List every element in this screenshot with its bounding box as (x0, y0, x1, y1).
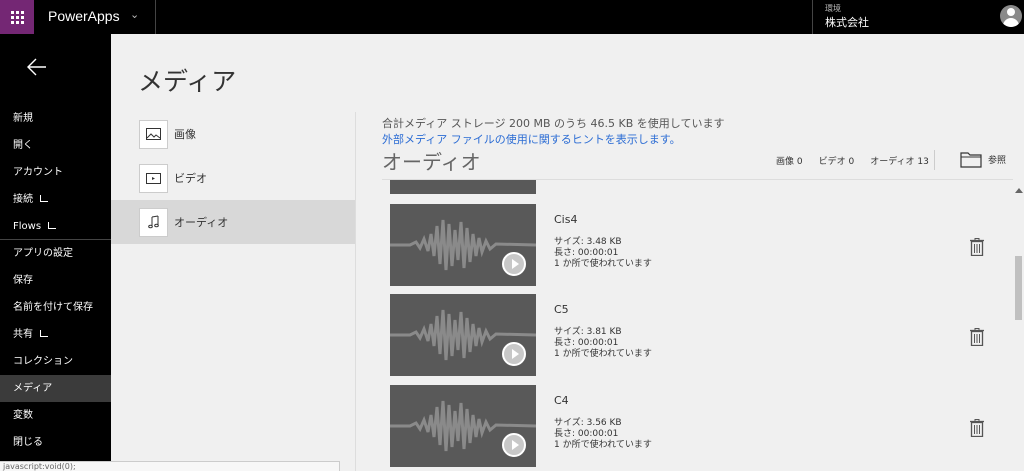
app-launcher-button[interactable] (0, 0, 34, 34)
back-arrow-icon[interactable] (26, 56, 48, 78)
external-media-hint-link[interactable]: 外部メディア ファイルの使用に関するヒントを表示します。 (382, 131, 681, 147)
external-link-icon (40, 195, 48, 202)
external-link-icon (48, 222, 57, 229)
trash-icon[interactable] (970, 238, 984, 256)
avatar[interactable] (1000, 5, 1022, 27)
scroll-up-arrow-icon[interactable] (1015, 188, 1023, 193)
video-count: ビデオ 0 (818, 157, 855, 167)
play-button[interactable] (502, 252, 526, 276)
list-item[interactable]: C4 サイズ: 3.56 KB 長さ: 00:00:01 1 か所で使われていま… (382, 385, 1013, 471)
audio-name: C5 (554, 303, 569, 316)
trash-icon[interactable] (970, 328, 984, 346)
nav-item-variables[interactable]: 変数 (0, 402, 111, 429)
nav-item-connections[interactable]: 接続 (0, 186, 111, 213)
app-title[interactable]: PowerApps (48, 8, 120, 24)
image-icon (146, 128, 161, 140)
chevron-down-icon[interactable]: ⌄ (130, 8, 139, 21)
audio-list: Cis4 サイズ: 3.48 KB 長さ: 00:00:01 1 か所で使われて… (382, 180, 1013, 471)
divider (934, 150, 935, 170)
section-title: オーディオ (382, 150, 481, 174)
tab-images[interactable]: 画像 (111, 112, 355, 156)
trash-icon[interactable] (970, 419, 984, 437)
browse-button[interactable]: 参照 (960, 150, 1006, 168)
scrollbar[interactable] (1013, 180, 1024, 471)
nav-item-save[interactable]: 保存 (0, 267, 111, 294)
nav-item-app-settings[interactable]: アプリの設定 (0, 240, 111, 267)
image-count: 画像 0 (776, 157, 803, 167)
page-title: メディア (138, 67, 237, 96)
browser-status-url: javascript:void(0); (0, 461, 340, 471)
nav-item-save-as[interactable]: 名前を付けて保存 (0, 294, 111, 321)
play-button[interactable] (502, 433, 526, 457)
play-icon (511, 440, 519, 450)
nav-item-close[interactable]: 閉じる (0, 429, 111, 456)
music-note-icon (147, 215, 159, 229)
waffle-icon (10, 10, 24, 24)
nav-item-flows[interactable]: Flows (0, 213, 111, 240)
nav-item-collections[interactable]: コレクション (0, 348, 111, 375)
divider (812, 0, 813, 34)
divider (355, 112, 356, 471)
scrollbar-thumb[interactable] (1015, 256, 1022, 320)
nav-item-new[interactable]: 新規 (0, 105, 111, 132)
tab-audio[interactable]: オーディオ (111, 200, 355, 244)
play-icon (511, 349, 519, 359)
folder-icon (960, 152, 982, 168)
divider (155, 0, 156, 34)
environment-name[interactable]: 株式会社 (825, 14, 869, 30)
audio-count: オーディオ 13 (870, 157, 929, 167)
audio-usage: 1 か所で使われています (554, 259, 652, 269)
nav-item-account[interactable]: アカウント (0, 159, 111, 186)
audio-thumbnail[interactable] (390, 294, 536, 376)
list-item[interactable]: C5 サイズ: 3.81 KB 長さ: 00:00:01 1 か所で使われていま… (382, 294, 1013, 382)
nav-item-open[interactable]: 開く (0, 132, 111, 159)
audio-thumbnail[interactable] (390, 204, 536, 286)
audio-thumbnail[interactable] (390, 180, 536, 194)
external-link-icon (40, 330, 48, 337)
media-counts: 画像 0 ビデオ 0 オーディオ 13 (776, 154, 929, 167)
audio-thumbnail[interactable] (390, 385, 536, 467)
audio-usage: 1 か所で使われています (554, 440, 652, 450)
storage-usage-text: 合計メディア ストレージ 200 MB のうち 46.5 KB を使用しています (382, 117, 725, 130)
media-type-tabs: 画像 ビデオ オーディオ (111, 112, 355, 244)
nav-item-media[interactable]: メディア (0, 375, 111, 402)
play-icon (511, 259, 519, 269)
nav-item-share[interactable]: 共有 (0, 321, 111, 348)
video-icon (146, 172, 161, 184)
tab-videos[interactable]: ビデオ (111, 156, 355, 200)
audio-name: Cis4 (554, 213, 578, 226)
audio-name: C4 (554, 394, 569, 407)
left-nav: 新規 開く アカウント 接続 Flows アプリの設定 保存 名前を付けて保存 … (0, 34, 111, 471)
audio-usage: 1 か所で使われています (554, 349, 652, 359)
list-item[interactable]: Cis4 サイズ: 3.48 KB 長さ: 00:00:01 1 か所で使われて… (382, 204, 1013, 292)
play-button[interactable] (502, 342, 526, 366)
environment-label: 環境 (825, 4, 841, 13)
top-bar: PowerApps ⌄ 環境 株式会社 (0, 0, 1024, 34)
